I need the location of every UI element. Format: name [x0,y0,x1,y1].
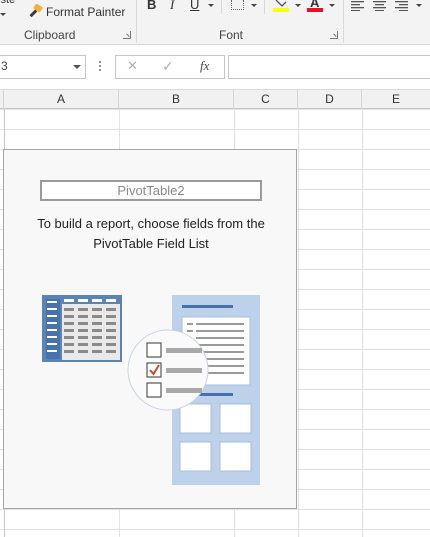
formula-buttons: ✕ ✓ fx [115,55,225,79]
pivot-table-illustration [42,295,260,485]
data-table-icon [42,295,122,362]
italic-button[interactable]: I [170,0,174,13]
format-painter-label: Format Painter [46,5,126,19]
column-header-e[interactable]: E [362,90,430,110]
font-color-swatch [307,8,323,12]
font-dialog-launcher-icon[interactable] [330,31,338,39]
grid-line [362,109,363,537]
underline-button[interactable]: U [190,0,199,12]
align-right-icon[interactable] [395,1,409,11]
grid-line [298,109,299,537]
formula-input[interactable] [228,55,430,79]
column-header-d[interactable]: D [298,90,362,110]
formula-bar: 3 ✕ ✓ fx [0,45,430,89]
enter-icon[interactable]: ✓ [162,58,174,75]
name-box-value: 3 [1,59,8,73]
fill-bucket-icon [275,0,287,7]
format-painter-icon [29,4,43,18]
paste-dropdown-arrow[interactable] [0,13,6,16]
checkbox-magnifier-icon [127,329,209,411]
clipboard-dialog-launcher-icon[interactable] [123,31,131,39]
font-group-label: Font [219,28,244,42]
ribbon: iste Format Painter Clipboard B I U A Fo… [0,0,430,44]
highlight-dropdown-arrow[interactable] [295,4,301,7]
clipboard-group-label: Clipboard [24,28,76,42]
name-box-dropdown-arrow[interactable] [73,65,81,69]
column-header-b[interactable]: B [119,90,234,110]
column-header-c[interactable]: C [234,90,298,110]
formula-bar-grip-icon[interactable] [99,60,101,72]
borders-dropdown-arrow[interactable] [251,4,257,7]
group-divider [343,0,344,43]
name-box[interactable]: 3 [0,55,86,79]
align-center-icon[interactable] [373,1,387,11]
column-header-row: A B C D E [0,89,430,110]
bold-button[interactable]: B [147,0,156,12]
align-dropdown-arrow[interactable] [416,4,422,7]
cancel-icon[interactable]: ✕ [127,58,138,74]
font-color-dropdown-arrow[interactable] [329,4,335,7]
group-divider [136,0,137,43]
borders-icon[interactable] [231,0,244,10]
font-color-button[interactable]: A [307,0,325,13]
insert-function-button[interactable]: fx [200,58,209,74]
column-header-a[interactable]: A [4,90,119,110]
underline-dropdown-arrow[interactable] [208,4,214,7]
align-left-icon[interactable] [351,1,365,11]
format-painter-button[interactable]: Format Painter [26,3,130,21]
font-divider [264,0,265,14]
pivot-table-placeholder[interactable]: PivotTable2 To build a report, choose fi… [3,149,297,509]
highlight-color-button[interactable] [273,0,291,14]
highlight-color-swatch [273,8,289,12]
paste-button-label[interactable]: iste [0,0,15,6]
font-divider [221,0,222,14]
